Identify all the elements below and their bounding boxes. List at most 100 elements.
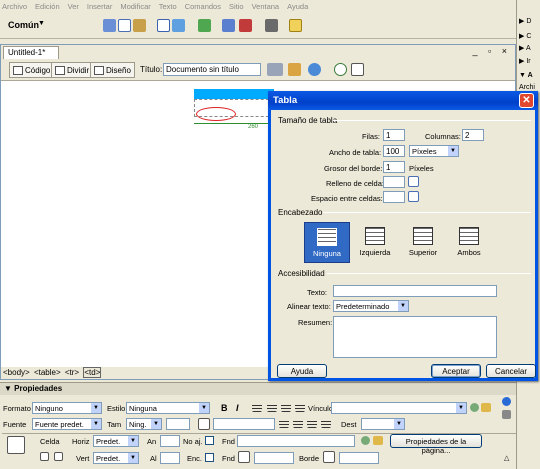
estilo-select[interactable]: Ninguna ▼ <box>126 402 210 414</box>
email-link-icon[interactable] <box>118 19 131 32</box>
category-select[interactable]: Común <box>8 20 39 30</box>
text-color-field[interactable] <box>213 418 275 430</box>
dialog-title-bar[interactable]: Tabla <box>268 91 538 110</box>
justify-icon[interactable] <box>295 403 305 412</box>
help-icon[interactable] <box>502 397 511 406</box>
align-left-icon[interactable] <box>252 403 262 412</box>
help-button[interactable]: Ayuda <box>277 364 327 378</box>
unordered-list-icon[interactable] <box>279 419 289 428</box>
code-view-button[interactable]: Código <box>9 62 55 78</box>
preview-icon[interactable] <box>288 63 301 76</box>
tag-table[interactable]: <table> <box>34 368 61 377</box>
header-left-option[interactable]: Izquierda <box>352 222 398 263</box>
summary-textarea[interactable] <box>333 316 497 358</box>
menu-edicion[interactable]: Edición <box>35 2 60 11</box>
table-icon[interactable] <box>157 19 170 32</box>
menu-texto[interactable]: Texto <box>159 2 177 11</box>
menu-ver[interactable]: Ver <box>68 2 79 11</box>
ancho-input[interactable] <box>383 145 405 157</box>
filas-input[interactable] <box>383 129 405 141</box>
folder-icon[interactable] <box>481 403 491 412</box>
menu-sitio[interactable]: Sitio <box>229 2 244 11</box>
merge-cells-icon[interactable] <box>40 452 49 461</box>
panel-group-5[interactable]: ▼ A <box>519 72 540 84</box>
an-field[interactable] <box>160 435 180 447</box>
properties-header[interactable]: ▼ Propiedades <box>0 383 516 395</box>
point-to-file-icon[interactable] <box>361 436 370 445</box>
menu-insertar[interactable]: Insertar <box>87 2 112 11</box>
document-tab[interactable]: Untitled-1* <box>3 46 59 59</box>
header-both-option[interactable]: Ambos <box>446 222 492 263</box>
cancel-button[interactable]: Cancelar <box>486 364 536 378</box>
tag-chooser-icon[interactable] <box>289 19 302 32</box>
media-icon[interactable] <box>222 19 235 32</box>
view-options-icon[interactable] <box>351 63 364 76</box>
dest-select[interactable]: ▼ <box>361 418 405 430</box>
header-top-option[interactable]: Superior <box>400 222 446 263</box>
menu-ayuda[interactable]: Ayuda <box>287 2 308 11</box>
design-view-button[interactable]: Diseño <box>90 62 135 78</box>
espacio-input[interactable] <box>383 191 405 203</box>
border-color-field[interactable] <box>339 452 379 464</box>
expand-icon[interactable]: △ <box>504 454 509 462</box>
menu-archivo[interactable]: Archivo <box>2 2 27 11</box>
ancho-unit-select[interactable]: Píxeles ▼ <box>409 145 459 157</box>
alinear-select[interactable]: Predeterminado ▼ <box>333 300 409 312</box>
quick-tag-editor-icon[interactable] <box>502 410 511 419</box>
formato-select[interactable]: Ninguno ▼ <box>32 402 102 414</box>
tag-tr[interactable]: <tr> <box>65 368 79 377</box>
tam-unit-field[interactable] <box>166 418 190 430</box>
page-properties-button[interactable]: Propiedades de la página... <box>390 434 482 455</box>
panel-group-2[interactable]: ▶ C <box>519 32 540 44</box>
outdent-icon[interactable] <box>307 419 317 428</box>
table-cell-selected[interactable] <box>194 89 274 99</box>
layer-icon[interactable] <box>172 19 185 32</box>
fnd-field[interactable] <box>237 435 355 447</box>
vinculo-select[interactable]: ▼ <box>331 402 467 414</box>
columnas-input[interactable] <box>462 129 484 141</box>
folder-icon[interactable] <box>373 436 383 445</box>
refresh-icon[interactable] <box>334 63 347 76</box>
vert-select[interactable]: Predet. ▼ <box>93 452 139 464</box>
align-right-icon[interactable] <box>281 403 291 412</box>
noaj-checkbox[interactable] <box>205 436 214 445</box>
file-management-icon[interactable] <box>267 63 283 76</box>
tag-body[interactable]: <body> <box>3 368 30 377</box>
ok-button[interactable]: Aceptar <box>431 364 481 378</box>
date-icon[interactable] <box>239 19 252 32</box>
browser-check-icon[interactable] <box>308 63 321 76</box>
hyperlink-icon[interactable] <box>103 19 116 32</box>
point-to-file-icon[interactable] <box>470 403 479 412</box>
grosor-input[interactable] <box>383 161 405 173</box>
al-field[interactable] <box>160 452 180 464</box>
border-color-swatch[interactable] <box>323 451 335 463</box>
text-color-swatch[interactable] <box>198 418 210 430</box>
page-title-input[interactable] <box>163 63 261 76</box>
ordered-list-icon[interactable] <box>293 419 303 428</box>
chevron-down-icon[interactable]: ▼ <box>38 20 45 27</box>
indent-icon[interactable] <box>321 419 331 428</box>
menu-modificar[interactable]: Modificar <box>120 2 150 11</box>
panel-group-3[interactable]: ▶ A <box>519 44 540 56</box>
window-controls[interactable]: _ ▫ × <box>473 46 511 56</box>
image-icon[interactable] <box>198 19 211 32</box>
align-center-icon[interactable] <box>267 403 277 412</box>
panel-group-1[interactable]: ▶ D <box>519 17 540 29</box>
tag-td[interactable]: <td> <box>83 367 102 378</box>
anchor-icon[interactable] <box>133 19 146 32</box>
bold-button[interactable]: B <box>221 403 228 413</box>
tam-select[interactable]: Ning. ▼ <box>126 418 162 430</box>
menu-comandos[interactable]: Comandos <box>185 2 221 11</box>
panel-group-4[interactable]: ▶ Ir <box>519 57 540 69</box>
horiz-select[interactable]: Predet. ▼ <box>93 435 139 447</box>
menu-ventana[interactable]: Ventana <box>252 2 280 11</box>
bg-color-swatch[interactable] <box>238 451 250 463</box>
relleno-input[interactable] <box>383 176 405 188</box>
caption-input[interactable] <box>333 285 497 297</box>
template-icon[interactable] <box>265 19 278 32</box>
italic-button[interactable]: I <box>236 403 239 413</box>
fuente-select[interactable]: Fuente predet. ▼ <box>32 418 102 430</box>
bg-color-field[interactable] <box>254 452 294 464</box>
header-none-option[interactable]: Ninguna <box>304 222 350 263</box>
split-cells-icon[interactable] <box>54 452 63 461</box>
